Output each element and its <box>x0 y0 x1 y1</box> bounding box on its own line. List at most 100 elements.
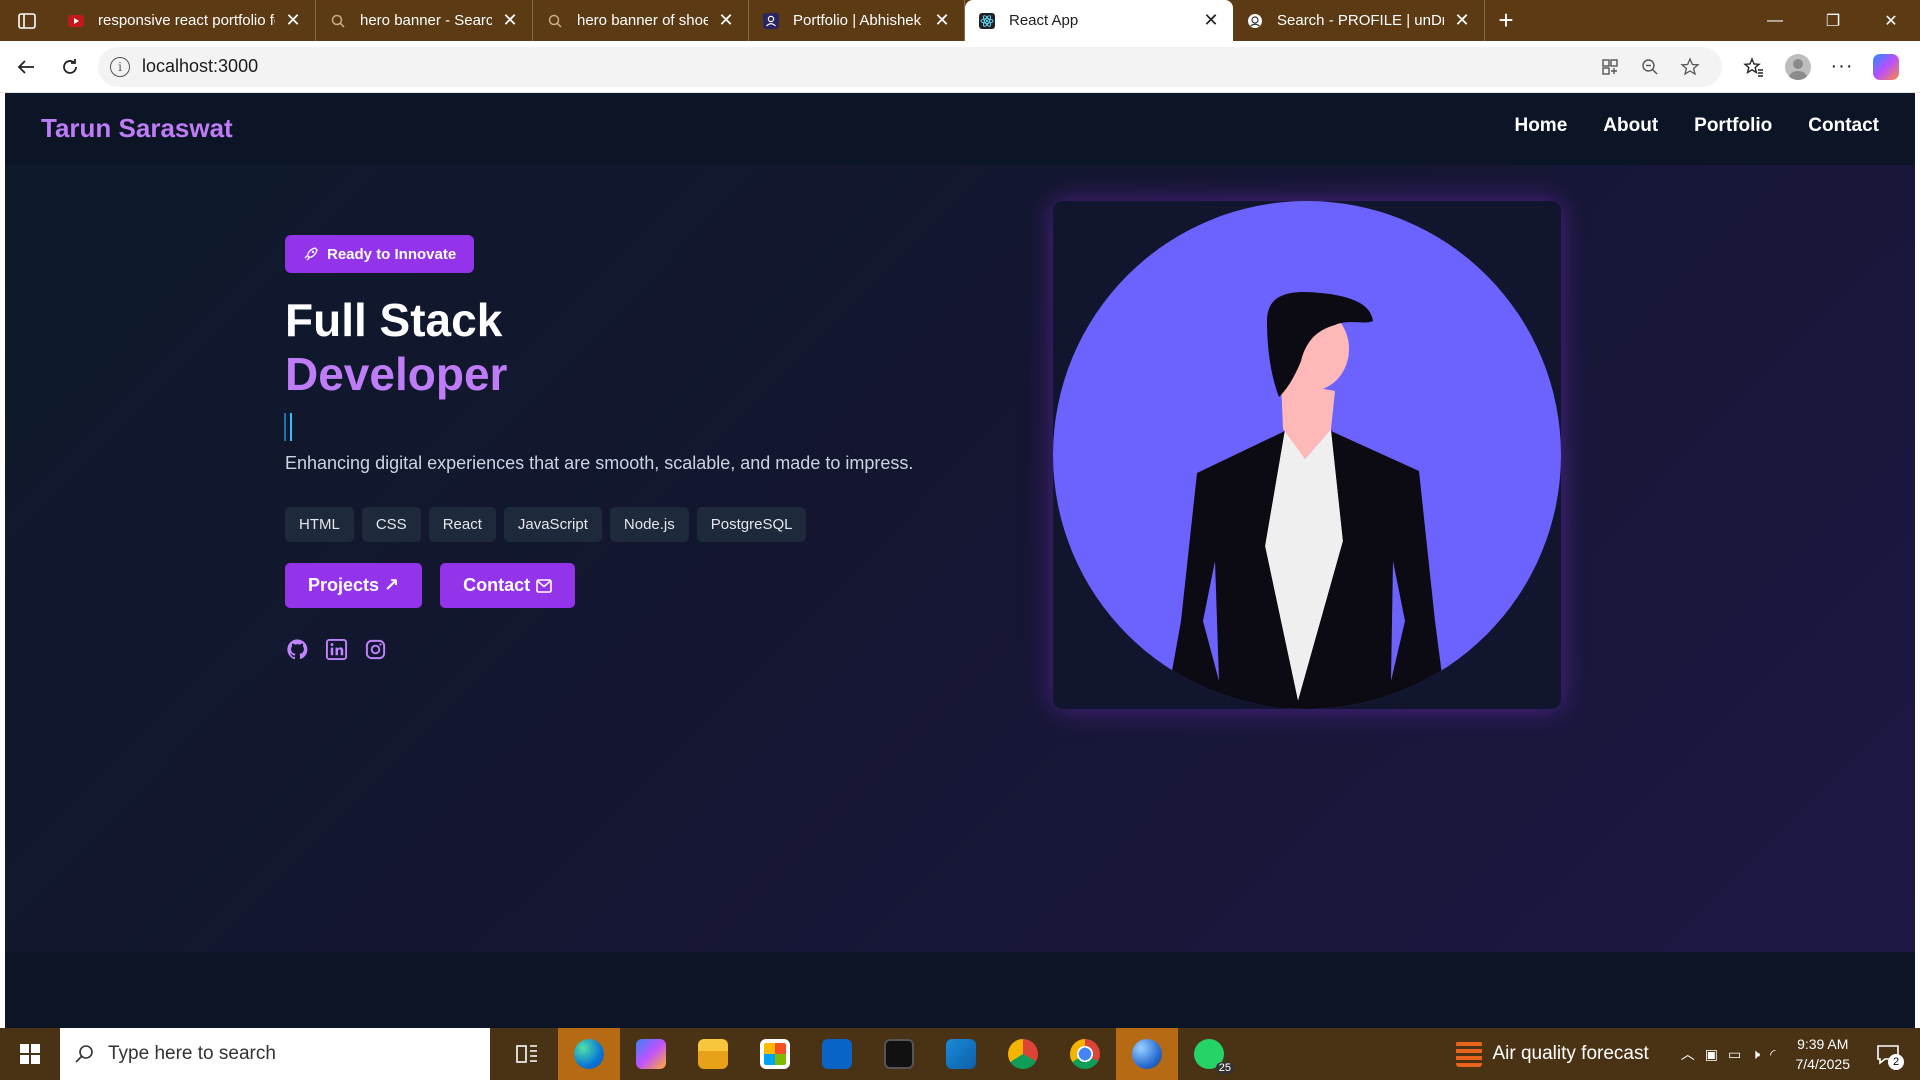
site-navbar: Tarun Saraswat Home About Portfolio Cont… <box>5 93 1915 165</box>
weather-label: Air quality forecast <box>1492 1043 1649 1064</box>
url-text[interactable]: localhost:3000 <box>142 56 1590 77</box>
badge-label: Ready to Innovate <box>327 245 457 263</box>
close-tab-icon[interactable]: ✕ <box>281 9 305 33</box>
avatar <box>1785 53 1811 80</box>
back-arrow-icon <box>17 59 34 74</box>
search-icon <box>547 13 563 29</box>
ready-badge: Ready to Innovate <box>285 235 475 273</box>
browser-tab-strip: responsive react portfolio fo ✕ hero ban… <box>0 0 1920 41</box>
copilot-icon <box>1873 53 1899 80</box>
volume-icon[interactable]: 🕨 <box>1751 1046 1760 1063</box>
chrome-app[interactable] <box>992 1028 1054 1080</box>
github-icon[interactable] <box>285 637 309 661</box>
chrome-app-2[interactable] <box>1054 1028 1116 1080</box>
browser-tab[interactable]: Search - PROFILE | unDraw ✕ <box>1233 0 1485 41</box>
whatsapp-app[interactable]: 25 <box>1178 1028 1240 1080</box>
back-button[interactable] <box>4 47 48 87</box>
new-tab-button[interactable]: + <box>1485 0 1527 41</box>
favorites-button[interactable] <box>1732 47 1776 87</box>
browser-tab-active[interactable]: React App ✕ <box>965 0 1233 41</box>
zoom-out-icon[interactable] <box>1630 57 1670 77</box>
weather-widget[interactable]: Air quality forecast <box>1456 1041 1649 1067</box>
store-app[interactable] <box>744 1028 806 1080</box>
skill-tag: Node.js <box>609 507 689 542</box>
page-viewport: Tarun Saraswat Home About Portfolio Cont… <box>5 93 1915 1028</box>
network-icon[interactable]: ◜ <box>1770 1046 1775 1063</box>
taskbar-search[interactable]: Type here to search <box>60 1028 490 1080</box>
contact-button[interactable]: Contact <box>440 563 576 608</box>
start-button[interactable] <box>0 1028 60 1080</box>
tab-actions-button[interactable] <box>0 0 54 41</box>
copilot-app[interactable] <box>620 1028 682 1080</box>
hero-tagline: Enhancing digital experiences that are s… <box>285 453 914 473</box>
social-links <box>285 637 387 661</box>
chrome-icon <box>1070 1039 1100 1069</box>
tab-title: hero banner - Search <box>360 12 492 29</box>
react-icon <box>979 12 995 29</box>
clock-date: 7/4/2025 <box>1795 1056 1851 1072</box>
browser-tab[interactable]: hero banner of shoes - Searc ✕ <box>533 0 749 41</box>
linkedin-icon[interactable] <box>324 637 348 661</box>
edge-dev-app[interactable] <box>1116 1028 1178 1080</box>
vscode-app[interactable] <box>930 1028 992 1080</box>
nav-links: Home About Portfolio Contact <box>1514 115 1879 137</box>
folder-icon <box>698 1039 728 1069</box>
nav-link-home[interactable]: Home <box>1514 115 1567 137</box>
terminal-app[interactable] <box>868 1028 930 1080</box>
info-icon[interactable]: i <box>110 56 130 77</box>
chevron-up-icon[interactable]: ︿ <box>1681 1044 1695 1064</box>
site-brand[interactable]: Tarun Saraswat <box>41 113 233 144</box>
battery-icon[interactable]: ▭ <box>1728 1046 1741 1063</box>
app-available-icon[interactable] <box>1590 57 1630 77</box>
favorites-icon <box>1743 56 1763 77</box>
page-footer-band <box>5 952 1915 1028</box>
refresh-button[interactable] <box>48 47 92 87</box>
clock-time: 9:39 AM <box>1797 1036 1849 1052</box>
close-tab-icon[interactable]: ✕ <box>1450 9 1474 33</box>
outlook-app[interactable] <box>806 1028 868 1080</box>
skill-tag: React <box>428 507 496 542</box>
task-view-icon <box>516 1045 537 1063</box>
nav-link-portfolio[interactable]: Portfolio <box>1694 115 1772 137</box>
close-tab-icon[interactable]: ✕ <box>714 9 738 33</box>
browser-tab[interactable]: Portfolio | Abhishek Ganvir ✕ <box>749 0 965 41</box>
nav-link-about[interactable]: About <box>1603 115 1658 137</box>
copilot-button[interactable] <box>1864 47 1908 87</box>
close-tab-icon[interactable]: ✕ <box>930 9 954 33</box>
skill-tags: HTML CSS React JavaScript Node.js Postgr… <box>285 507 807 542</box>
edge-icon <box>574 1039 604 1069</box>
edge-app[interactable] <box>558 1028 620 1080</box>
meet-now-icon[interactable]: ▣ <box>1705 1046 1718 1063</box>
favorite-star-icon[interactable] <box>1670 56 1710 77</box>
refresh-icon <box>63 58 77 74</box>
minimize-icon[interactable]: — <box>1746 0 1804 41</box>
close-tab-icon[interactable]: ✕ <box>498 9 522 33</box>
profile-illustration <box>1053 201 1561 709</box>
restore-icon[interactable]: ❐ <box>1804 0 1862 41</box>
undraw-icon <box>1247 13 1263 29</box>
projects-button[interactable]: Projects ↗ <box>285 563 423 608</box>
instagram-icon[interactable] <box>363 637 387 661</box>
projects-button-label: Projects ↗ <box>308 575 400 595</box>
nav-link-contact[interactable]: Contact <box>1808 115 1879 137</box>
address-bar[interactable]: i localhost:3000 <box>98 46 1722 87</box>
skill-tag: CSS <box>361 507 421 542</box>
close-window-icon[interactable]: ✕ <box>1862 0 1920 41</box>
task-view-button[interactable] <box>496 1028 558 1080</box>
copilot-icon <box>636 1039 666 1069</box>
search-icon <box>75 1045 93 1063</box>
more-menu-button[interactable]: ··· <box>1820 47 1864 87</box>
outlook-icon <box>822 1039 852 1069</box>
tab-title: Search - PROFILE | unDraw <box>1277 12 1444 29</box>
browser-tab[interactable]: hero banner - Search ✕ <box>316 0 533 41</box>
clock[interactable]: 9:39 AM 7/4/2025 <box>1796 1034 1851 1074</box>
hero-title-line2: Developer <box>285 348 508 400</box>
taskbar-apps: 25 <box>496 1028 1240 1080</box>
tab-title: hero banner of shoes - Searc <box>577 12 708 29</box>
file-explorer-app[interactable] <box>682 1028 744 1080</box>
browser-tab[interactable]: responsive react portfolio fo ✕ <box>54 0 316 41</box>
chrome-icon <box>1008 1039 1038 1069</box>
notification-button[interactable]: 2 <box>1870 1036 1906 1072</box>
close-tab-icon[interactable]: ✕ <box>1199 9 1223 33</box>
profile-button[interactable] <box>1776 47 1820 87</box>
